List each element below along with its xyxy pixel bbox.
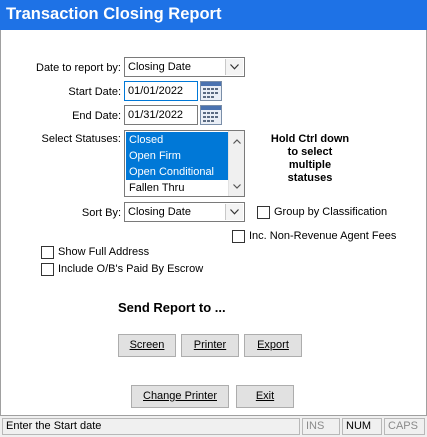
status-option-closed[interactable]: Closed bbox=[126, 132, 228, 148]
screen-button[interactable]: Screen bbox=[118, 334, 176, 357]
send-report-heading: Send Report to ... bbox=[118, 300, 226, 315]
include-ob-label: Include O/B's Paid By Escrow bbox=[58, 263, 204, 275]
start-date-input[interactable]: 01/01/2022 bbox=[124, 81, 198, 101]
scroll-down-icon[interactable] bbox=[233, 180, 241, 192]
group-by-checkbox[interactable] bbox=[257, 206, 270, 219]
calendar-icon[interactable] bbox=[200, 81, 222, 101]
non-revenue-checkbox[interactable] bbox=[232, 230, 245, 243]
status-option-open-firm[interactable]: Open Firm bbox=[126, 148, 228, 164]
non-revenue-label: Inc. Non-Revenue Agent Fees bbox=[249, 230, 397, 242]
start-date-label: Start Date: bbox=[68, 86, 121, 98]
date-report-label: Date to report by: bbox=[36, 62, 121, 74]
group-by-label: Group by Classification bbox=[274, 206, 388, 218]
status-message: Enter the Start date bbox=[2, 418, 300, 435]
sort-by-value: Closing Date bbox=[128, 206, 191, 218]
statuses-scrollbar[interactable] bbox=[228, 131, 244, 196]
export-button[interactable]: Export bbox=[244, 334, 302, 357]
statuses-hint: Hold Ctrl down to select multiple status… bbox=[270, 133, 350, 184]
calendar-icon[interactable] bbox=[200, 105, 222, 125]
report-form: Date to report by: Closing Date Start Da… bbox=[0, 30, 427, 415]
end-date-value: 01/31/2022 bbox=[128, 109, 184, 121]
printer-button[interactable]: Printer bbox=[181, 334, 239, 357]
exit-button[interactable]: Exit bbox=[236, 385, 294, 408]
show-address-label: Show Full Address bbox=[58, 246, 150, 258]
end-date-label: End Date: bbox=[72, 110, 121, 122]
show-address-checkbox[interactable] bbox=[41, 246, 54, 259]
sort-by-select[interactable]: Closing Date bbox=[124, 202, 245, 222]
date-report-value: Closing Date bbox=[128, 61, 191, 73]
scroll-up-icon[interactable] bbox=[233, 135, 241, 147]
status-ins: INS bbox=[302, 418, 340, 435]
include-ob-checkbox[interactable] bbox=[41, 263, 54, 276]
sort-by-label: Sort By: bbox=[81, 207, 121, 219]
date-report-select[interactable]: Closing Date bbox=[124, 57, 245, 77]
change-printer-button[interactable]: Change Printer bbox=[131, 385, 229, 408]
statuses-listbox[interactable]: Closed Open Firm Open Conditional Fallen… bbox=[124, 130, 245, 197]
status-num: NUM bbox=[342, 418, 382, 435]
title-bar: Transaction Closing Report bbox=[0, 0, 427, 30]
end-date-input[interactable]: 01/31/2022 bbox=[124, 105, 198, 125]
window-title: Transaction Closing Report bbox=[6, 5, 222, 23]
chevron-down-icon[interactable] bbox=[225, 204, 243, 220]
status-option-fallen-thru[interactable]: Fallen Thru bbox=[126, 180, 228, 196]
status-bar: Enter the Start date INS NUM CAPS bbox=[0, 415, 427, 437]
status-caps: CAPS bbox=[384, 418, 425, 435]
chevron-down-icon[interactable] bbox=[225, 59, 243, 75]
start-date-value: 01/01/2022 bbox=[128, 85, 184, 97]
statuses-label: Select Statuses: bbox=[41, 133, 122, 145]
status-option-open-conditional[interactable]: Open Conditional bbox=[126, 164, 228, 180]
